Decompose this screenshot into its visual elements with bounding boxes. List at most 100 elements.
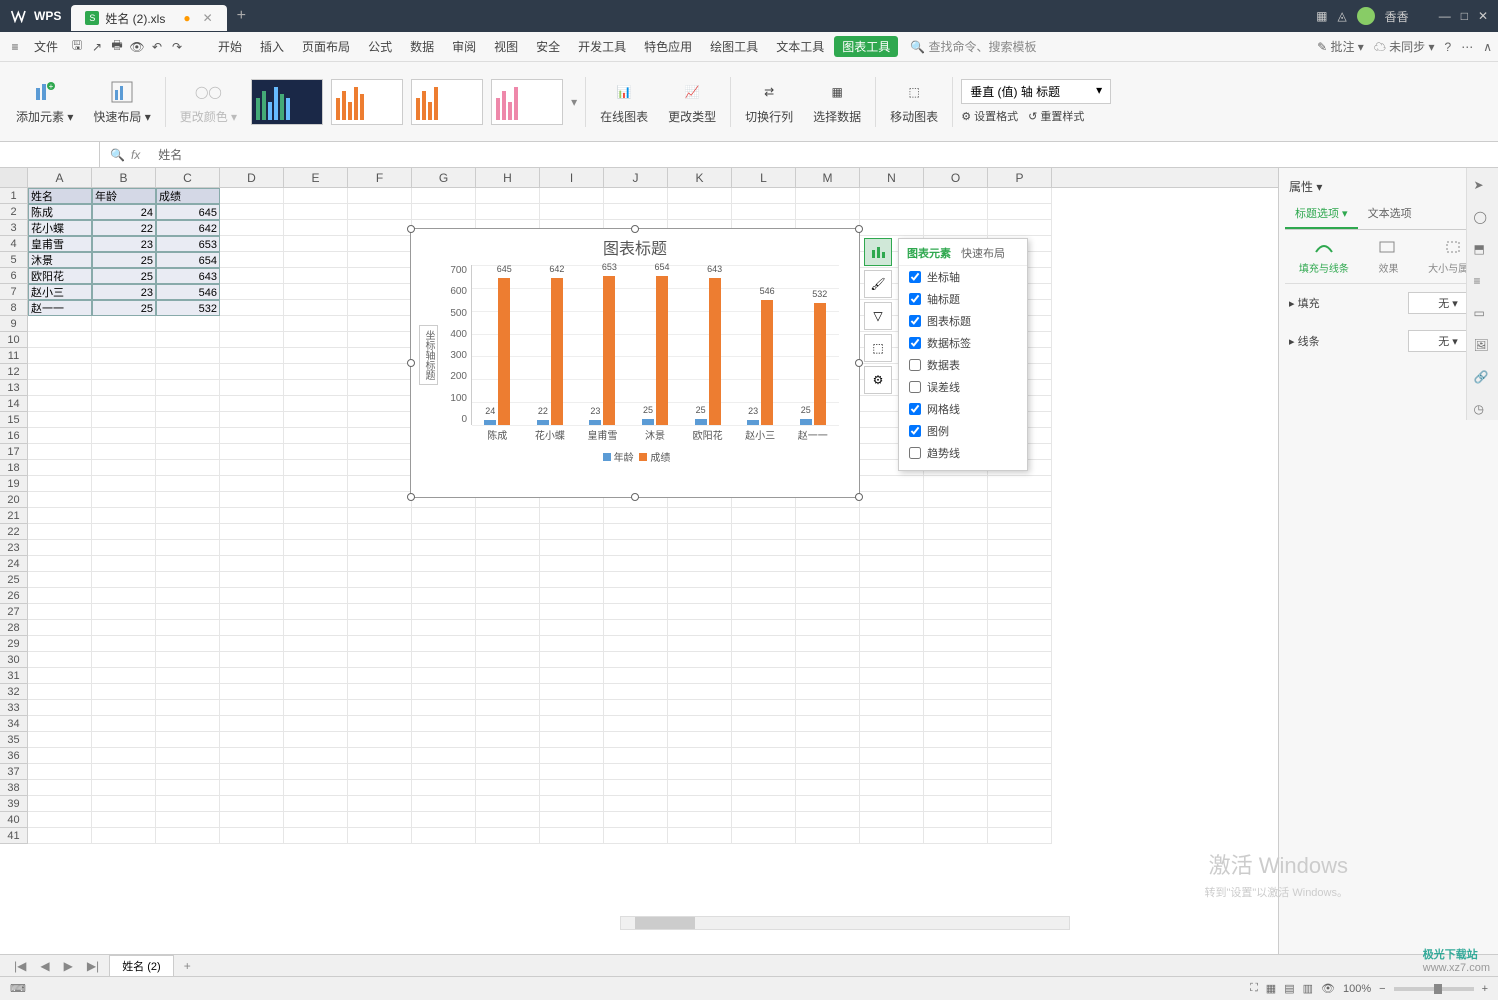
cell[interactable] [28,412,92,428]
row-header[interactable]: 29 [0,636,28,652]
eye-icon[interactable]: 👁 [1321,982,1335,995]
cell[interactable] [28,540,92,556]
cell[interactable] [156,796,220,812]
cell[interactable] [284,268,348,284]
user-avatar[interactable] [1357,7,1375,25]
cell[interactable] [732,748,796,764]
cell[interactable] [412,748,476,764]
cell[interactable] [604,604,668,620]
row-header[interactable]: 21 [0,508,28,524]
cell[interactable] [732,604,796,620]
cell[interactable] [668,636,732,652]
name-box[interactable] [0,142,100,167]
cell[interactable] [540,684,604,700]
cell[interactable] [348,652,412,668]
cell[interactable] [92,364,156,380]
chart-element-checkbox[interactable]: 坐标轴 [899,266,1027,288]
cell[interactable] [412,684,476,700]
cell[interactable] [796,620,860,636]
cell[interactable] [284,764,348,780]
shape-icon[interactable]: ◯ [1474,210,1492,228]
cell[interactable] [860,652,924,668]
cell[interactable] [476,716,540,732]
online-chart-button[interactable]: 📊在线图表 [594,76,654,127]
row-header[interactable]: 12 [0,364,28,380]
cell[interactable] [92,684,156,700]
cell[interactable] [348,460,412,476]
cell[interactable] [732,572,796,588]
cell[interactable] [476,556,540,572]
cell[interactable] [92,524,156,540]
cell[interactable] [156,380,220,396]
cell[interactable] [604,732,668,748]
cell[interactable] [28,620,92,636]
cell[interactable] [220,684,284,700]
cell[interactable] [860,604,924,620]
cell[interactable] [476,796,540,812]
cell[interactable] [860,684,924,700]
cell[interactable] [540,556,604,572]
cell[interactable] [220,524,284,540]
cell[interactable] [924,476,988,492]
cell[interactable] [604,764,668,780]
redo-icon[interactable]: ↷ [168,38,186,56]
cell[interactable] [92,780,156,796]
cell[interactable]: 532 [156,300,220,316]
cell[interactable] [668,204,732,220]
cell[interactable] [284,300,348,316]
row-header[interactable]: 31 [0,668,28,684]
cell[interactable] [412,636,476,652]
cell[interactable]: 赵小三 [28,284,92,300]
cell[interactable] [540,732,604,748]
cell[interactable] [796,748,860,764]
switch-rc-button[interactable]: ⇄切换行列 [739,76,799,127]
row-header[interactable]: 22 [0,524,28,540]
sub-effect[interactable]: 效果 [1376,238,1400,275]
cell[interactable] [92,604,156,620]
cell[interactable] [988,684,1052,700]
cell[interactable] [348,796,412,812]
cell[interactable] [732,508,796,524]
cell[interactable] [924,556,988,572]
grid-icon[interactable]: ▦ [1316,9,1327,23]
formula-input[interactable]: 姓名 [150,146,1498,163]
cell[interactable] [412,620,476,636]
cell[interactable] [668,540,732,556]
cell[interactable] [732,524,796,540]
row-header[interactable]: 36 [0,748,28,764]
cell[interactable] [92,652,156,668]
cell[interactable] [284,700,348,716]
cell[interactable] [796,764,860,780]
cell[interactable] [988,556,1052,572]
cell[interactable] [860,572,924,588]
cell[interactable] [860,540,924,556]
cell[interactable] [284,668,348,684]
row-header[interactable]: 17 [0,444,28,460]
chart-style-1[interactable] [251,79,323,125]
cell[interactable] [732,540,796,556]
cell[interactable] [796,572,860,588]
cell[interactable] [92,700,156,716]
row-header[interactable]: 35 [0,732,28,748]
cell[interactable] [28,764,92,780]
cell[interactable] [92,716,156,732]
layers-icon[interactable]: ≡ [1474,274,1492,292]
cell[interactable] [796,812,860,828]
col-header[interactable]: N [860,168,924,187]
cell[interactable] [796,524,860,540]
cell[interactable] [348,700,412,716]
cell[interactable] [604,828,668,844]
nav-last-icon[interactable]: ▶| [83,959,103,973]
cell[interactable] [220,300,284,316]
cell[interactable] [28,716,92,732]
cell[interactable] [476,524,540,540]
popup-tab-layout[interactable]: 快速布局 [961,245,1005,261]
cell[interactable] [348,204,412,220]
cell[interactable] [796,796,860,812]
cell[interactable] [412,540,476,556]
cell[interactable] [28,348,92,364]
cell[interactable]: 22 [92,220,156,236]
cell[interactable] [348,556,412,572]
cell[interactable] [924,588,988,604]
cell[interactable] [988,188,1052,204]
